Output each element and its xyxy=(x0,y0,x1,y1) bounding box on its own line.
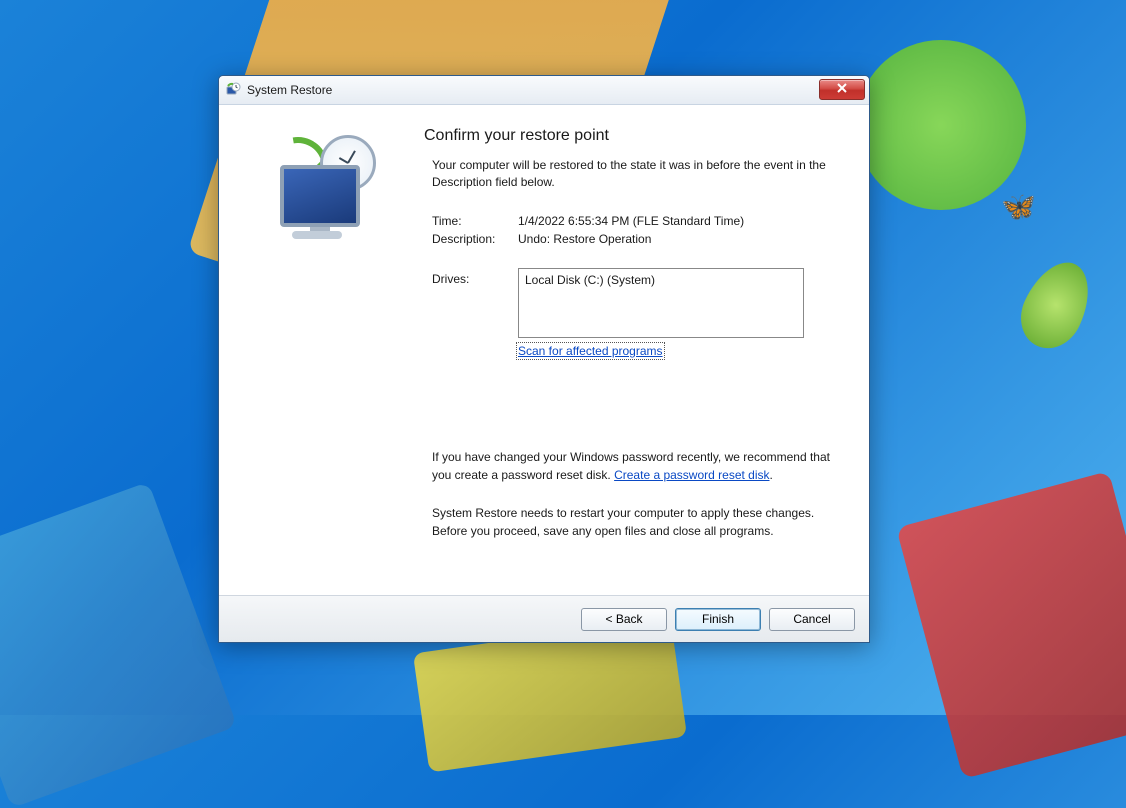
time-value: 1/4/2022 6:55:34 PM (FLE Standard Time) xyxy=(518,214,744,228)
drives-label: Drives: xyxy=(432,268,518,286)
window-title: System Restore xyxy=(247,83,332,97)
drives-listbox[interactable]: Local Disk (C:) (System) xyxy=(518,268,804,338)
time-label: Time: xyxy=(432,214,518,228)
finish-button[interactable]: Finish xyxy=(675,608,761,631)
desktop-decor-butterfly: 🦋 xyxy=(1001,190,1036,223)
desktop-decor-leaf xyxy=(1010,252,1102,359)
dialog-body: Confirm your restore point Your computer… xyxy=(219,105,869,595)
desktop-decor xyxy=(896,471,1126,779)
password-note-tail: . xyxy=(770,468,773,482)
description-label: Description: xyxy=(432,232,518,246)
close-button[interactable] xyxy=(819,79,865,100)
system-restore-window: System Restore Confirm your restore poin… xyxy=(218,75,870,643)
titlebar[interactable]: System Restore xyxy=(219,76,869,105)
wizard-sidebar xyxy=(219,105,414,595)
password-note: If you have changed your Windows passwor… xyxy=(432,448,831,484)
scan-affected-programs-link[interactable]: Scan for affected programs xyxy=(518,344,663,358)
wizard-footer: < Back Finish Cancel xyxy=(219,595,869,642)
back-button[interactable]: < Back xyxy=(581,608,667,631)
close-icon xyxy=(836,83,848,96)
desktop-decor xyxy=(856,40,1026,210)
description-value: Undo: Restore Operation xyxy=(518,232,651,246)
intro-text: Your computer will be restored to the st… xyxy=(432,157,832,192)
page-heading: Confirm your restore point xyxy=(424,127,839,145)
restart-note: System Restore needs to restart your com… xyxy=(432,504,831,540)
system-restore-graphic xyxy=(262,135,372,245)
create-password-reset-disk-link[interactable]: Create a password reset disk xyxy=(614,468,769,482)
system-restore-icon xyxy=(225,82,241,98)
drives-item[interactable]: Local Disk (C:) (System) xyxy=(525,273,797,287)
wizard-content: Confirm your restore point Your computer… xyxy=(414,105,869,595)
desktop-decor xyxy=(0,482,237,808)
cancel-button[interactable]: Cancel xyxy=(769,608,855,631)
